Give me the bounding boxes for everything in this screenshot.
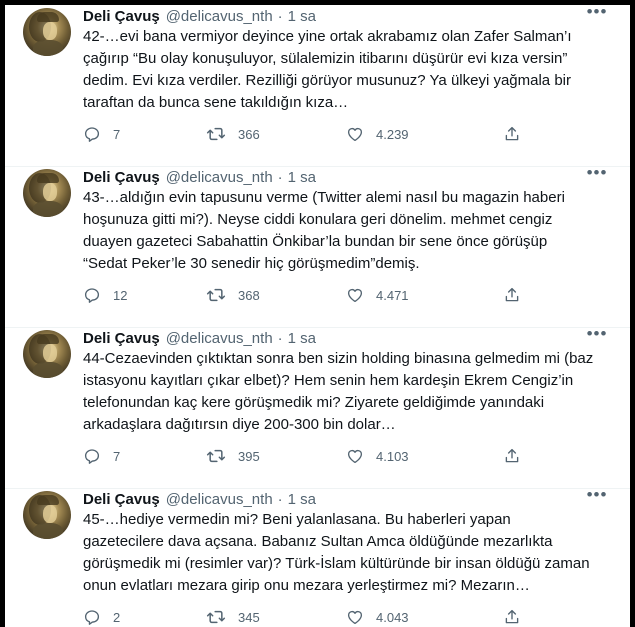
retweet-icon <box>206 127 226 141</box>
tweet-text: 45-…hediye vermedin mi? Beni yalanlasana… <box>83 511 590 594</box>
like-count: 4.471 <box>376 287 409 303</box>
retweet-icon <box>206 288 226 302</box>
separator-dot: · <box>277 8 283 25</box>
share-button[interactable] <box>503 606 533 627</box>
reply-button[interactable]: 12 <box>83 284 127 306</box>
reply-button[interactable]: 7 <box>83 445 120 467</box>
retweet-icon <box>206 449 226 463</box>
reply-count: 7 <box>113 448 121 464</box>
tweet-header: Deli Çavuş @delicavus_nth · 1 sa <box>83 169 316 187</box>
like-count: 4.103 <box>376 448 409 464</box>
retweet-count: 345 <box>238 609 260 625</box>
more-horizontal-icon[interactable]: ••• <box>583 5 611 25</box>
tweet-card[interactable]: Deli Çavuş @delicavus_nth · 1 sa ••• 45-…he… <box>5 486 630 627</box>
separator-dot: · <box>277 330 283 347</box>
tweet-text: 42-…evi bana vermiyor deyince yine ortak… <box>83 28 572 111</box>
author-name[interactable]: Deli Çavuş <box>83 330 160 347</box>
retweet-count: 395 <box>238 448 260 464</box>
author-handle[interactable]: @delicavus_nth <box>166 491 273 508</box>
tweet-card[interactable]: Deli Çavuş @delicavus_nth · 1 sa ••• 43-…al… <box>5 164 630 328</box>
avatar[interactable] <box>23 169 71 217</box>
share-icon <box>505 609 519 624</box>
separator-dot: · <box>277 491 283 508</box>
tweet-actions: 7 395 4.103 <box>83 445 523 467</box>
like-button[interactable]: 4.471 <box>346 284 409 306</box>
share-button[interactable] <box>503 123 533 145</box>
tweet-actions: 12 368 4.471 <box>83 284 523 306</box>
avatar[interactable] <box>23 491 71 539</box>
timestamp[interactable]: 1 sa <box>288 330 316 347</box>
reply-icon <box>84 127 100 142</box>
retweet-button[interactable]: 366 <box>206 123 260 145</box>
retweet-count: 368 <box>238 287 260 303</box>
timestamp[interactable]: 1 sa <box>288 8 316 25</box>
tweet-header: Deli Çavuş @delicavus_nth · 1 sa <box>83 8 316 26</box>
timestamp[interactable]: 1 sa <box>288 169 316 186</box>
timestamp[interactable]: 1 sa <box>288 491 316 508</box>
tweet-card[interactable]: Deli Çavuş @delicavus_nth · 1 sa ••• 44-Cez… <box>5 325 630 489</box>
share-button[interactable] <box>503 445 533 467</box>
author-handle[interactable]: @delicavus_nth <box>166 330 273 347</box>
reply-count: 12 <box>113 287 128 303</box>
share-button[interactable] <box>503 284 533 306</box>
retweet-button[interactable]: 395 <box>206 445 260 467</box>
tweet-actions: 2 345 4.043 <box>83 606 523 627</box>
more-horizontal-icon[interactable]: ••• <box>583 325 611 347</box>
more-horizontal-icon[interactable]: ••• <box>583 486 611 508</box>
reply-button[interactable]: 2 <box>83 606 120 627</box>
avatar[interactable] <box>23 8 71 56</box>
like-icon <box>347 127 363 142</box>
avatar[interactable] <box>23 330 71 378</box>
like-icon <box>347 449 363 464</box>
like-button[interactable]: 4.103 <box>346 445 409 467</box>
tweet-header: Deli Çavuş @delicavus_nth · 1 sa <box>83 491 316 509</box>
author-name[interactable]: Deli Çavuş <box>83 491 160 508</box>
share-icon <box>505 448 519 463</box>
like-button[interactable]: 4.239 <box>346 123 409 145</box>
share-icon <box>505 126 519 141</box>
separator-dot: · <box>277 169 283 186</box>
like-icon <box>347 288 363 303</box>
retweet-button[interactable]: 345 <box>206 606 260 627</box>
tweet-header: Deli Çavuş @delicavus_nth · 1 sa <box>83 330 316 348</box>
retweet-button[interactable]: 368 <box>206 284 260 306</box>
tweet-card[interactable]: Deli Çavuş @delicavus_nth · 1 sa ••• 42-…ev… <box>5 5 630 167</box>
like-icon <box>347 610 363 625</box>
reply-icon <box>84 449 100 464</box>
author-handle[interactable]: @delicavus_nth <box>166 169 273 186</box>
like-count: 4.043 <box>376 609 409 625</box>
tweet-text: 44-Cezaevinden çıktıktan sonra ben sizin… <box>83 350 594 433</box>
more-horizontal-icon[interactable]: ••• <box>583 164 611 186</box>
like-count: 4.239 <box>376 126 409 142</box>
reply-button[interactable]: 7 <box>83 123 120 145</box>
reply-icon <box>84 610 100 625</box>
retweet-icon <box>206 610 226 624</box>
author-name[interactable]: Deli Çavuş <box>83 169 160 186</box>
retweet-count: 366 <box>238 126 260 142</box>
reply-count: 7 <box>113 126 121 142</box>
author-handle[interactable]: @delicavus_nth <box>166 8 273 25</box>
author-name[interactable]: Deli Çavuş <box>83 8 160 25</box>
tweet-actions: 7 366 4.239 <box>83 123 523 145</box>
share-icon <box>505 287 519 302</box>
tweet-text: 43-…aldığın evin tapusunu verme (Twitter… <box>83 189 565 272</box>
like-button[interactable]: 4.043 <box>346 606 409 627</box>
reply-icon <box>84 288 100 303</box>
timeline: Deli Çavuş @delicavus_nth · 1 sa ••• 42-…ev… <box>5 5 630 627</box>
reply-count: 2 <box>113 609 121 625</box>
